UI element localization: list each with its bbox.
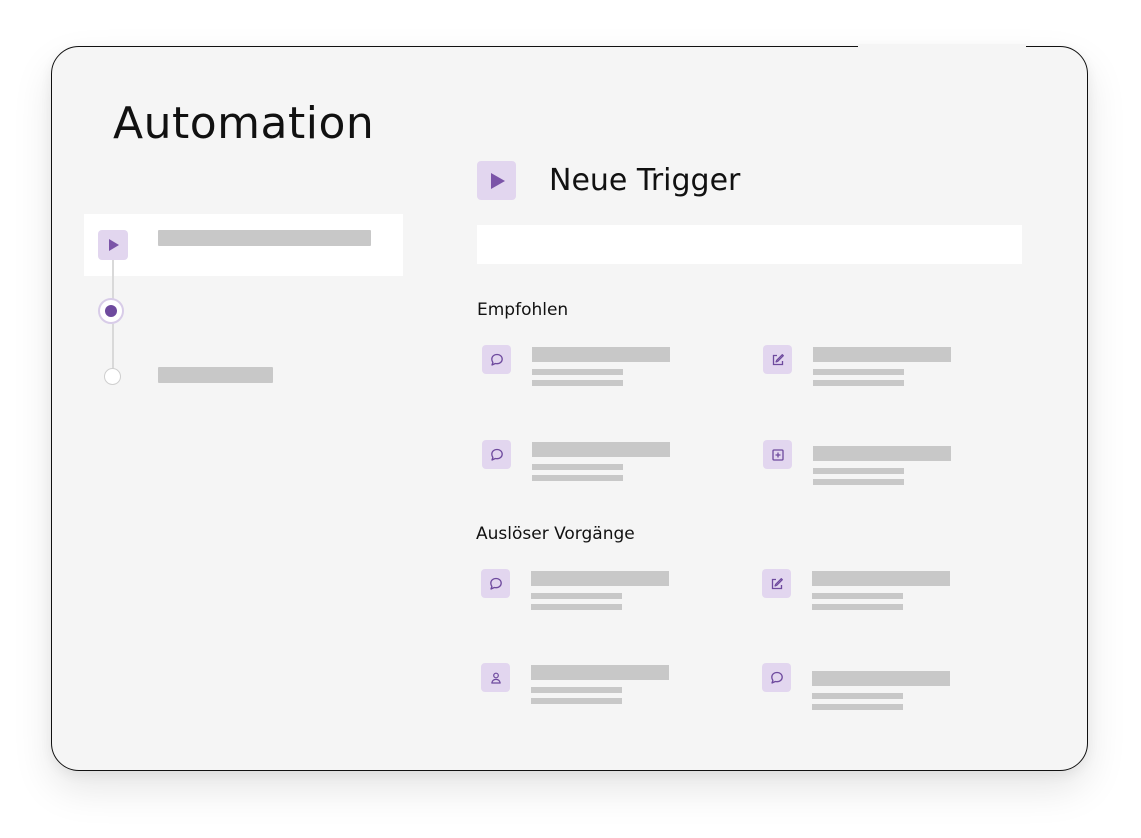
step-title-placeholder <box>158 230 371 246</box>
list-item[interactable] <box>763 345 1013 405</box>
frame-gap <box>858 44 1026 49</box>
step-title-placeholder <box>158 367 273 383</box>
add-box-icon <box>763 440 792 469</box>
step-dot-empty-icon[interactable] <box>104 368 121 385</box>
edit-icon <box>762 569 791 598</box>
list-item[interactable] <box>481 663 731 723</box>
list-item[interactable] <box>762 663 1012 723</box>
list-item[interactable] <box>762 569 1012 629</box>
chat-bubble-icon <box>482 345 511 374</box>
section-label-trigger-events: Auslöser Vorgänge <box>476 524 635 544</box>
play-icon <box>477 161 516 200</box>
step-connector <box>112 324 114 370</box>
chat-bubble-icon <box>762 663 791 692</box>
step-connector <box>112 258 114 300</box>
step-dot-active-icon[interactable] <box>98 298 124 324</box>
list-item[interactable] <box>482 345 732 405</box>
app-title: Automation <box>113 98 375 149</box>
list-item[interactable] <box>763 440 1013 500</box>
list-item[interactable] <box>482 440 732 500</box>
chat-bubble-icon <box>482 440 511 469</box>
edit-icon <box>763 345 792 374</box>
search-input[interactable] <box>477 225 1022 264</box>
play-icon[interactable] <box>98 230 128 260</box>
panel-title: Neue Trigger <box>549 163 741 198</box>
user-icon <box>481 663 510 692</box>
chat-bubble-icon <box>481 569 510 598</box>
section-label-recommended: Empfohlen <box>477 300 569 320</box>
list-item[interactable] <box>481 569 731 629</box>
